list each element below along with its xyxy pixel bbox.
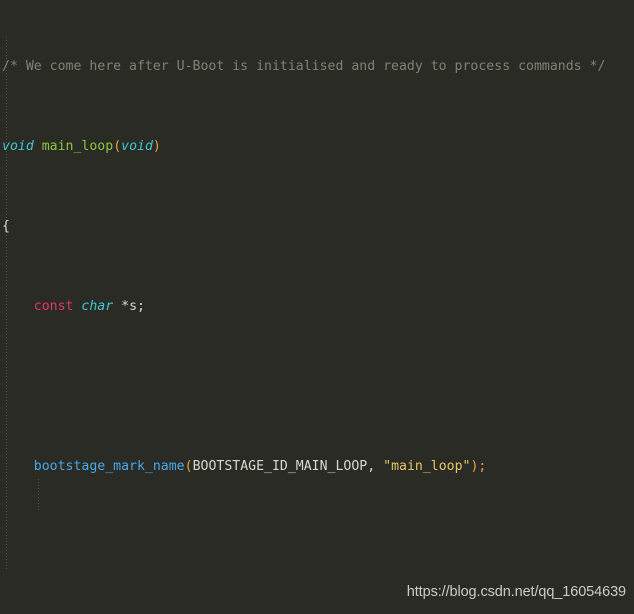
string-literal: "main_loop" xyxy=(383,459,471,474)
paren-close: ) xyxy=(152,139,161,154)
function-definition-name: main_loop xyxy=(41,139,114,154)
function-call-bootstage-mark-name: bootstage_mark_name xyxy=(33,459,185,474)
code-line-6: bootstage_mark_name(BOOTSTAGE_ID_MAIN_LO… xyxy=(0,457,634,477)
param-type-keyword: void xyxy=(121,139,153,154)
paren-open: ( xyxy=(113,139,122,154)
paren-close: ); xyxy=(470,459,487,474)
paren-open: ( xyxy=(184,459,193,474)
const-keyword: const xyxy=(33,299,74,314)
code-line-2: void main_loop(void) xyxy=(0,137,634,157)
macro-argument: BOOTSTAGE_ID_MAIN_LOOP xyxy=(192,459,368,474)
block-comment: /* We come here after U-Boot is initiali… xyxy=(2,59,606,74)
code-line-7-blank xyxy=(0,537,634,557)
blog-url-watermark: https://blog.csdn.net/qq_16054639 xyxy=(406,584,626,600)
char-type-keyword: char xyxy=(81,299,114,314)
variable-declaration: *s; xyxy=(121,299,145,314)
code-editor-viewport[interactable]: /* We come here after U-Boot is initiali… xyxy=(0,0,634,614)
code-line-5-blank xyxy=(0,377,634,397)
code-line-1: /* We come here after U-Boot is initiali… xyxy=(0,57,634,77)
return-type-keyword: void xyxy=(2,139,34,154)
comma: , xyxy=(367,459,384,474)
brace-open: { xyxy=(2,219,10,234)
code-line-3: { xyxy=(0,217,634,237)
code-content[interactable]: /* We come here after U-Boot is initiali… xyxy=(0,0,634,614)
code-line-4: const char *s; xyxy=(0,297,634,317)
